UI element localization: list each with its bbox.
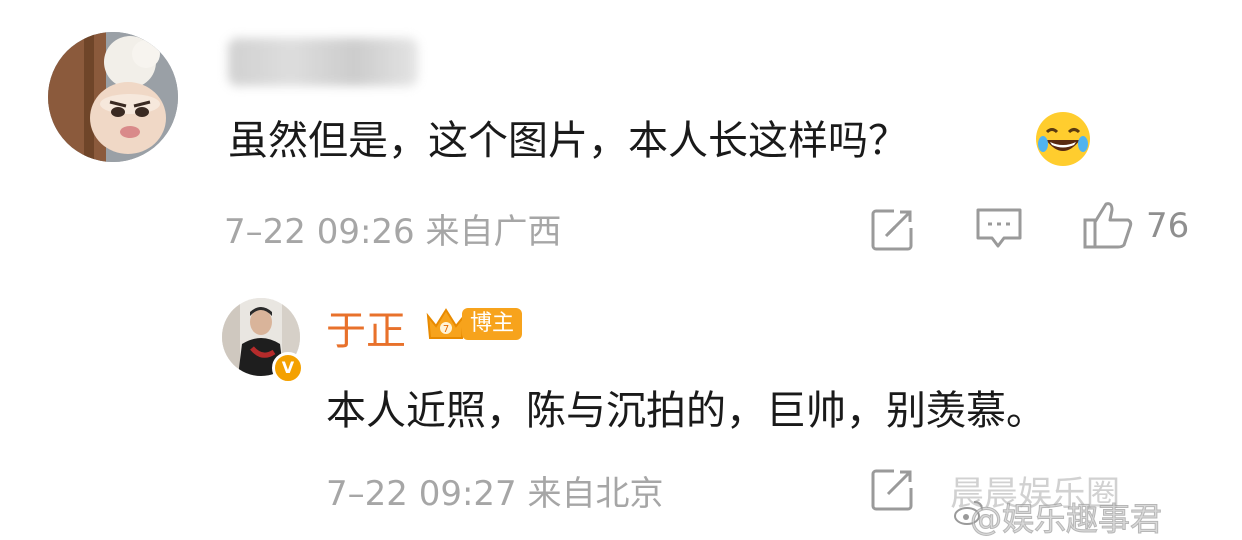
comment-icon[interactable]: [974, 206, 1024, 252]
reply-location: 来自北京: [527, 474, 664, 514]
author-name[interactable]: 于正: [326, 298, 406, 356]
comment-location: 来自广西: [425, 212, 562, 252]
comment-time: 7–22 09:26: [224, 212, 415, 252]
reply-time: 7–22 09:27: [326, 474, 517, 514]
blurred-username: [228, 38, 418, 86]
comment-meta: 7–22 09:26 来自广西: [224, 204, 562, 253]
reply-text: 本人近照，陈与沉拍的，巨帅，别羡慕。: [326, 388, 1046, 434]
commenter-avatar[interactable]: [48, 32, 178, 162]
laughing-tears-emoji-icon: [1034, 110, 1092, 168]
blogger-badge: 7 博主: [424, 304, 526, 344]
blogger-badge-label: 博主: [462, 308, 522, 340]
like-icon[interactable]: [1082, 200, 1134, 250]
reply-meta: 7–22 09:27 来自北京: [326, 466, 664, 515]
comment-text: 虽然但是，这个图片，本人长这样吗？: [228, 118, 908, 164]
like-count: 76: [1146, 206, 1190, 246]
share-icon[interactable]: [870, 466, 916, 512]
svg-text:7: 7: [443, 324, 449, 335]
v-verified-badge-icon: V: [272, 352, 304, 384]
watermark-line2: @娱乐趣事君: [969, 500, 1163, 539]
share-icon[interactable]: [870, 206, 916, 252]
